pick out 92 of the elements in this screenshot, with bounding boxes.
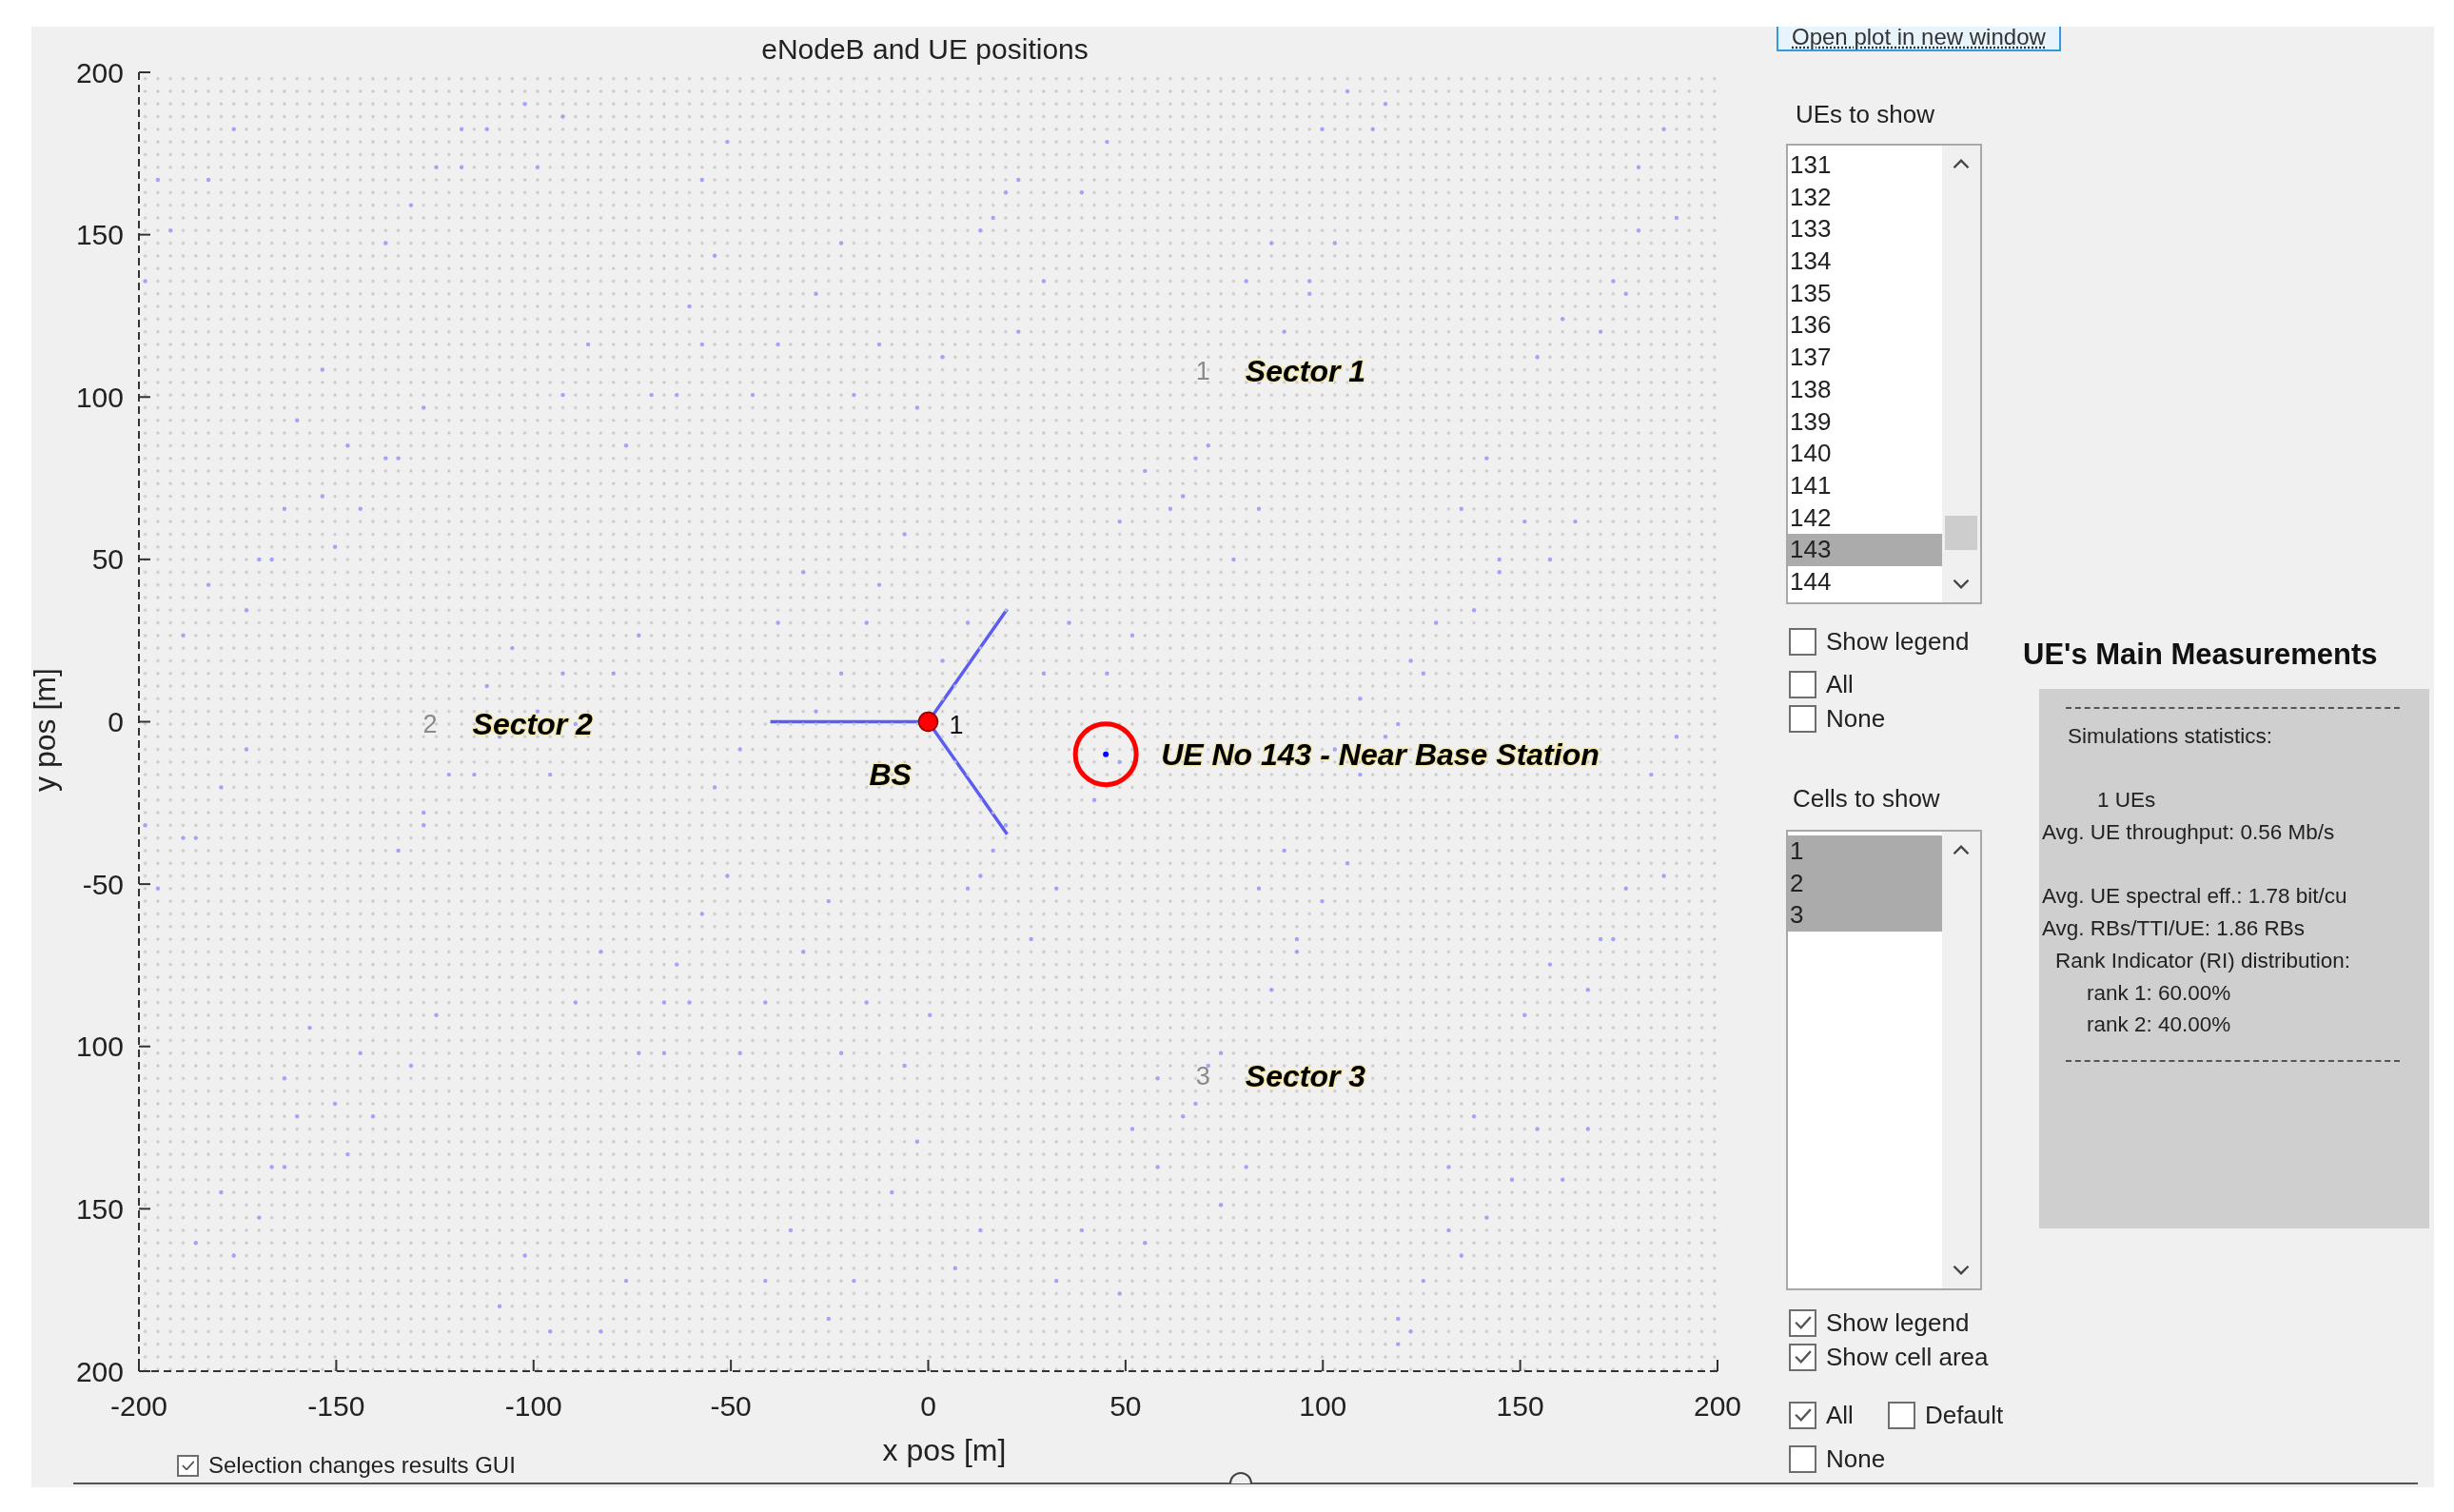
statistics-text: 1 UEs [2097, 787, 2156, 815]
y-tick-label: 0 [108, 706, 124, 737]
checkbox-label: None [1826, 703, 1886, 734]
checkbox[interactable] [1789, 704, 1816, 733]
open-plot-link[interactable]: Open plot in new window [1777, 27, 2061, 51]
scrollbar[interactable] [1942, 832, 1980, 1288]
statistics-text: rank 1: 60.00% [2087, 979, 2231, 1007]
checkbox[interactable] [1789, 627, 1816, 656]
x-tick-label: 0 [920, 1389, 936, 1422]
x-tick-label: -50 [710, 1389, 752, 1422]
list-item[interactable]: 143 [1788, 534, 1942, 566]
y-tick-label: 150 [75, 1192, 124, 1225]
checkbox[interactable] [177, 1454, 199, 1477]
checkbox[interactable] [1789, 670, 1816, 698]
list-item[interactable]: 2 [1788, 867, 1942, 900]
list-item[interactable]: 137 [1788, 342, 1942, 374]
list-item[interactable]: 138 [1788, 373, 1942, 406]
list-item[interactable]: 136 [1788, 309, 1942, 343]
y-tick-label: 200 [75, 1355, 124, 1387]
checkbox[interactable] [1887, 1401, 1915, 1429]
list-item[interactable]: 131 [1788, 149, 1942, 182]
x-tick-label: -150 [307, 1389, 365, 1422]
callout-label: Sector 2 [472, 706, 593, 741]
y-tick-label: 50 [91, 543, 124, 576]
cell-number-label: 3 [1195, 1061, 1210, 1090]
list-item[interactable]: 135 [1788, 277, 1942, 310]
callout-label: UE No 143 - Near Base Station [1161, 736, 1600, 772]
checkbox-label: Show cell area [1826, 1342, 1989, 1372]
ring-marker [1072, 721, 1139, 788]
callout-label: Sector 3 [1245, 1058, 1366, 1093]
list-box[interactable]: 131 132 133 134 135 136 137 138 139 140 141 142 143 144 [1786, 144, 1982, 604]
list-item[interactable]: 140 [1788, 438, 1942, 470]
list-item[interactable]: 144 [1788, 565, 1942, 599]
list-item[interactable]: 142 [1788, 501, 1942, 535]
chevron-down-icon[interactable] [1953, 579, 1970, 589]
x-tick-label: -100 [504, 1389, 562, 1422]
checkbox-label: Default [1924, 1400, 2004, 1430]
statistics-text: Simulations statistics: [2068, 723, 2273, 750]
handle-icon[interactable] [1229, 1472, 1252, 1483]
checkbox-label: Show legend [1826, 626, 1970, 657]
callout-label: Sector 1 [1245, 354, 1366, 389]
section-label: Cells to show [1793, 784, 1940, 813]
x-axis-label: x pos [m] [882, 1433, 1007, 1467]
check-icon [1794, 1408, 1812, 1422]
list-item[interactable]: 133 [1788, 213, 1942, 246]
scrollbar-thumb[interactable] [1945, 516, 1977, 550]
list-box[interactable]: 1 2 3 [1786, 830, 1982, 1290]
check-icon [181, 1460, 195, 1471]
checkbox[interactable] [1789, 1343, 1816, 1371]
check-icon [1794, 1316, 1812, 1329]
checkbox-label: None [1826, 1443, 1886, 1474]
list-item[interactable]: 132 [1788, 181, 1942, 214]
statistics-text: Avg. UE throughput: 0.56 Mb/s [2042, 819, 2335, 847]
checkbox-label: All [1826, 1400, 1854, 1430]
x-tick-label: -200 [110, 1389, 167, 1422]
list-item[interactable]: 139 [1788, 405, 1942, 439]
statistics-text: Avg. UE spectral eff.: 1.78 bit/cu [2042, 883, 2347, 911]
chevron-up-icon[interactable] [1953, 845, 1970, 855]
statistics-text: rank 2: 40.00% [2087, 1011, 2231, 1039]
statistics-text: Avg. RBs/TTI/UE: 1.86 RBs [2042, 915, 2305, 943]
list-item[interactable]: 3 [1788, 899, 1942, 933]
callout-label: BS [869, 756, 912, 792]
x-tick-label: 50 [1109, 1389, 1142, 1422]
checkbox[interactable] [1789, 1444, 1816, 1473]
checkbox[interactable] [1789, 1401, 1816, 1429]
y-tick-label: 100 [75, 381, 124, 413]
check-icon [1794, 1350, 1812, 1364]
y-tick-label: 200 [75, 56, 124, 88]
scrollbar[interactable] [1942, 146, 1980, 602]
cell-number-label: 1 [1195, 357, 1210, 386]
site-number-label: 1 [949, 710, 964, 739]
y-tick-label: 150 [75, 219, 124, 251]
x-tick-label: 150 [1496, 1389, 1544, 1422]
chevron-down-icon[interactable] [1953, 1265, 1970, 1275]
cell-number-label: 2 [422, 709, 438, 738]
y-axis-label: y pos [m] [31, 668, 62, 792]
plot-title: eNodeB and UE positions [761, 32, 1089, 65]
y-tick-label: 100 [75, 1031, 124, 1063]
list-item[interactable]: 141 [1788, 469, 1942, 502]
checkbox-label: Show legend [1826, 1307, 1970, 1338]
chevron-up-icon[interactable] [1953, 159, 1970, 169]
measurements-title: UE's Main Measurements [2023, 637, 2378, 673]
section-label: UEs to show [1796, 100, 1934, 128]
checkbox[interactable] [1789, 1308, 1816, 1337]
checkbox-label: All [1826, 669, 1854, 699]
checkbox-label: Selection changes results GUI [208, 1452, 516, 1479]
x-tick-label: 100 [1299, 1389, 1347, 1422]
x-tick-label: 200 [1693, 1389, 1742, 1422]
list-item[interactable]: 1 [1788, 835, 1942, 868]
list-item[interactable]: 134 [1788, 245, 1942, 278]
statistics-text: Rank Indicator (RI) distribution: [2055, 947, 2351, 974]
y-tick-label: -50 [82, 868, 124, 900]
